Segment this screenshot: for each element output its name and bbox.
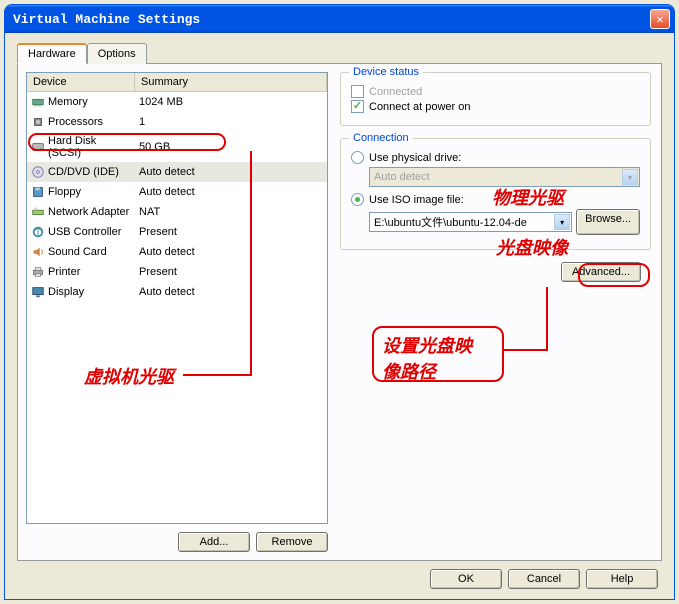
row-summary: 50 GB <box>135 140 327 154</box>
help-button[interactable]: Help <box>586 569 658 589</box>
printer-icon <box>31 265 45 279</box>
device-list-header: Device Summary <box>27 73 327 92</box>
iso-path-value: E:\ubuntu文件\ubuntu-12.04-de <box>374 214 527 230</box>
row-floppy[interactable]: Floppy Auto detect <box>27 182 327 202</box>
left-pane: Device Summary Memory 1024 MB Processors… <box>18 64 336 560</box>
connect-poweron-checkbox[interactable] <box>351 100 364 113</box>
row-summary: NAT <box>135 205 327 219</box>
row-harddisk[interactable]: Hard Disk (SCSI) 50 GB <box>27 132 327 162</box>
content-area: Hardware Options Device Summary Memory 1… <box>5 33 674 599</box>
row-label: USB Controller <box>48 226 121 238</box>
row-label: Memory <box>48 96 88 108</box>
ok-button[interactable]: OK <box>430 569 502 589</box>
row-summary: Auto detect <box>135 285 327 299</box>
row-summary: 1024 MB <box>135 95 327 109</box>
left-button-row: Add... Remove <box>26 532 328 552</box>
row-printer[interactable]: Printer Present <box>27 262 327 282</box>
physical-drive-value: Auto detect <box>374 171 430 183</box>
bottom-button-row: OK Cancel Help <box>17 569 662 589</box>
row-summary: Auto detect <box>135 245 327 259</box>
tab-strip: Hardware Options <box>17 43 662 64</box>
row-cddvd[interactable]: CD/DVD (IDE) Auto detect <box>27 162 327 182</box>
use-iso-label: Use ISO image file: <box>369 194 464 206</box>
floppy-icon <box>31 185 45 199</box>
cancel-button[interactable]: Cancel <box>508 569 580 589</box>
settings-window: Virtual Machine Settings ✕ Hardware Opti… <box>4 4 675 600</box>
row-summary: Present <box>135 225 327 239</box>
close-icon: ✕ <box>656 12 663 27</box>
disk-icon <box>31 140 45 154</box>
row-processors[interactable]: Processors 1 <box>27 112 327 132</box>
use-physical-label: Use physical drive: <box>369 152 461 164</box>
connection-group: Connection Use physical drive: Auto dete… <box>340 138 651 250</box>
browse-button[interactable]: Browse... <box>576 209 640 235</box>
tab-panel: Device Summary Memory 1024 MB Processors… <box>17 63 662 561</box>
row-summary: 1 <box>135 115 327 129</box>
network-icon <box>31 205 45 219</box>
use-iso-radio[interactable] <box>351 193 364 206</box>
device-list: Device Summary Memory 1024 MB Processors… <box>26 72 328 524</box>
window-title: Virtual Machine Settings <box>13 12 650 27</box>
physical-drive-dropdown: Auto detect ▾ <box>369 167 640 187</box>
connected-row: Connected <box>351 85 640 98</box>
right-pane: Device status Connected Connect at power… <box>336 64 661 560</box>
connection-legend: Connection <box>349 132 413 144</box>
col-header-device[interactable]: Device <box>27 73 135 91</box>
row-sound[interactable]: Sound Card Auto detect <box>27 242 327 262</box>
row-summary: Auto detect <box>135 165 327 179</box>
memory-icon <box>31 95 45 109</box>
row-label: Printer <box>48 266 80 278</box>
col-header-summary[interactable]: Summary <box>135 73 327 91</box>
row-network[interactable]: Network Adapter NAT <box>27 202 327 222</box>
connect-poweron-row[interactable]: Connect at power on <box>351 100 640 113</box>
row-label: Floppy <box>48 186 81 198</box>
use-physical-radio[interactable] <box>351 151 364 164</box>
usb-icon <box>31 225 45 239</box>
chevron-down-icon[interactable]: ▾ <box>554 214 570 230</box>
iso-path-dropdown[interactable]: E:\ubuntu文件\ubuntu-12.04-de ▾ <box>369 212 572 232</box>
device-list-body: Memory 1024 MB Processors 1 Hard Disk (S… <box>27 92 327 302</box>
titlebar: Virtual Machine Settings ✕ <box>5 5 674 33</box>
remove-button[interactable]: Remove <box>256 532 328 552</box>
cpu-icon <box>31 115 45 129</box>
row-label: CD/DVD (IDE) <box>48 166 119 178</box>
add-button[interactable]: Add... <box>178 532 250 552</box>
advanced-row: Advanced... <box>340 262 651 282</box>
row-memory[interactable]: Memory 1024 MB <box>27 92 327 112</box>
device-status-legend: Device status <box>349 66 423 78</box>
chevron-down-icon: ▾ <box>622 169 638 185</box>
connected-label: Connected <box>369 86 422 98</box>
row-display[interactable]: Display Auto detect <box>27 282 327 302</box>
use-iso-row[interactable]: Use ISO image file: <box>351 193 640 206</box>
row-label: Network Adapter <box>48 206 129 218</box>
close-button[interactable]: ✕ <box>650 9 670 29</box>
cd-icon <box>31 165 45 179</box>
connect-poweron-label: Connect at power on <box>369 101 471 113</box>
display-icon <box>31 285 45 299</box>
row-label: Processors <box>48 116 103 128</box>
row-label: Hard Disk (SCSI) <box>48 135 131 159</box>
row-label: Display <box>48 286 84 298</box>
advanced-button[interactable]: Advanced... <box>561 262 641 282</box>
use-physical-row[interactable]: Use physical drive: <box>351 151 640 164</box>
row-summary: Auto detect <box>135 185 327 199</box>
device-status-group: Device status Connected Connect at power… <box>340 72 651 126</box>
row-summary: Present <box>135 265 327 279</box>
row-usb[interactable]: USB Controller Present <box>27 222 327 242</box>
connected-checkbox <box>351 85 364 98</box>
tab-hardware[interactable]: Hardware <box>17 43 87 64</box>
sound-icon <box>31 245 45 259</box>
row-label: Sound Card <box>48 246 107 258</box>
tab-options[interactable]: Options <box>87 43 147 64</box>
